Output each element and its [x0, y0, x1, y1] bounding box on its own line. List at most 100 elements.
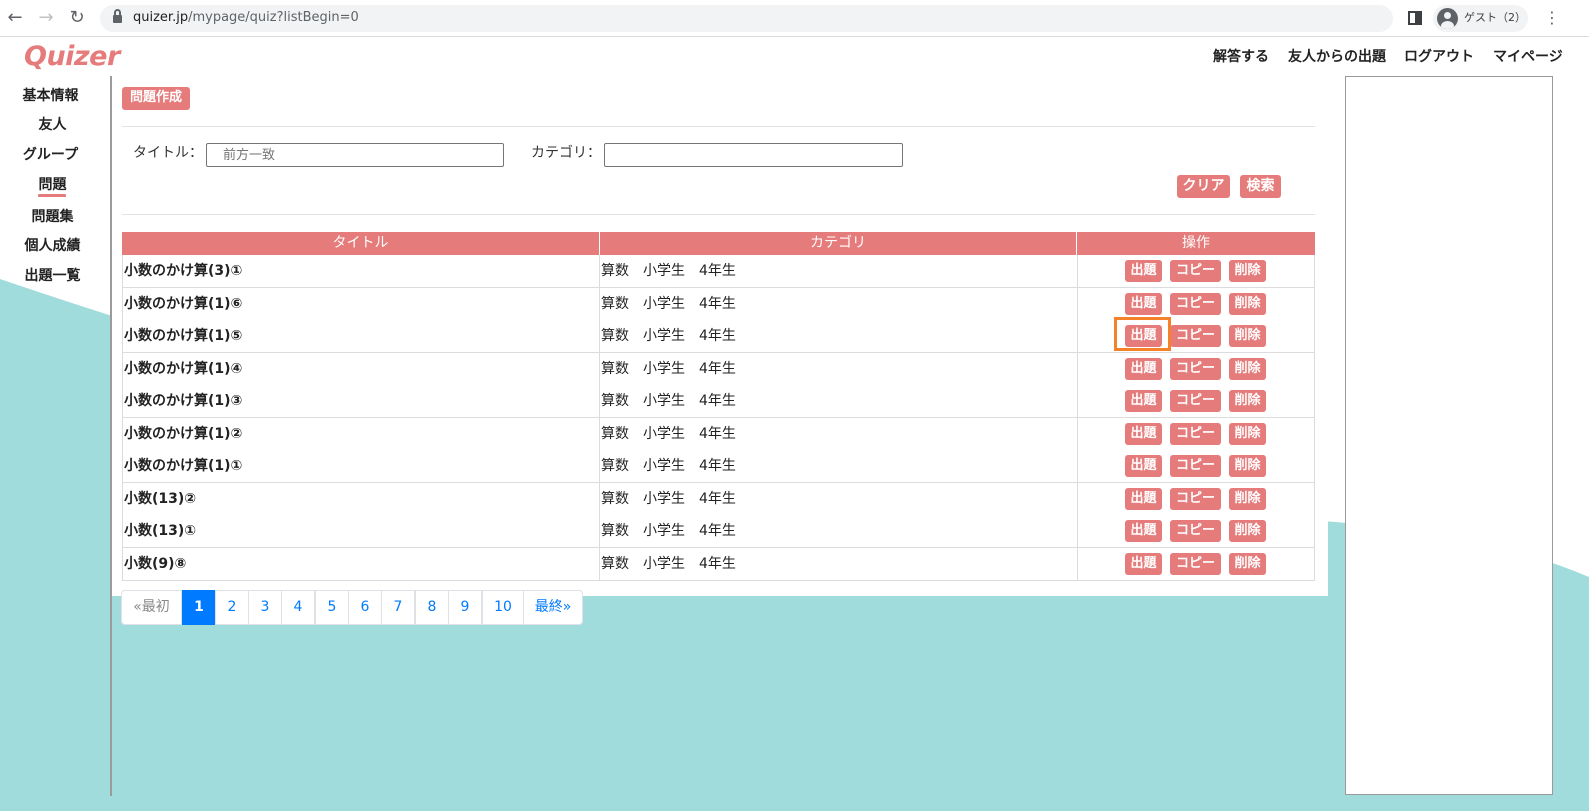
row-category: 算数 小学生 4年生: [601, 417, 1078, 450]
sidebar-item-questions[interactable]: 問題: [0, 175, 105, 195]
side-panel-icon[interactable]: [1408, 11, 1422, 25]
table-row: 小数のかけ算(1)② 算数 小学生 4年生 出題 コピー 削除: [122, 417, 1315, 451]
divider-top: [122, 126, 1315, 127]
nav-mypage[interactable]: マイページ: [1493, 47, 1563, 67]
assign-button[interactable]: 出題: [1125, 357, 1162, 380]
assign-button[interactable]: 出題: [1125, 292, 1162, 315]
assign-button[interactable]: 出題: [1125, 260, 1162, 282]
delete-button[interactable]: 削除: [1229, 520, 1266, 542]
page-last[interactable]: 最終»: [523, 590, 583, 625]
assign-button[interactable]: 出題: [1125, 552, 1162, 575]
header-category: カテゴリ: [600, 232, 1077, 255]
sidebar-item-assignment-list[interactable]: 出題一覧: [0, 266, 105, 286]
page-2[interactable]: 2: [215, 590, 249, 625]
sidebar-active-indicator: [38, 194, 66, 197]
table-row: 小数(13)② 算数 小学生 4年生 出題 コピー 削除: [122, 482, 1315, 516]
profile-button[interactable]: ゲスト（2）: [1433, 5, 1528, 32]
row-title[interactable]: 小数のかけ算(1)⑥: [124, 287, 600, 320]
row-title[interactable]: 小数(9)⑧: [124, 547, 600, 580]
assign-button[interactable]: 出題: [1125, 487, 1162, 510]
table-row: 小数のかけ算(1)④ 算数 小学生 4年生 出題 コピー 削除: [122, 352, 1315, 386]
title-search-input[interactable]: [206, 143, 504, 167]
clear-button[interactable]: クリア: [1177, 175, 1230, 198]
page-4[interactable]: 4: [281, 590, 315, 625]
nav-logout[interactable]: ログアウト: [1404, 47, 1474, 67]
delete-button[interactable]: 削除: [1229, 487, 1266, 510]
reload-icon[interactable]: ↻: [67, 8, 87, 28]
logo[interactable]: Quizer: [24, 40, 120, 74]
copy-button[interactable]: コピー: [1170, 390, 1221, 412]
copy-button[interactable]: コピー: [1170, 260, 1221, 282]
sidebar-item-question-sets[interactable]: 問題集: [0, 207, 105, 227]
copy-button[interactable]: コピー: [1170, 325, 1221, 347]
assign-button[interactable]: 出題: [1125, 455, 1162, 477]
copy-button[interactable]: コピー: [1170, 552, 1221, 575]
nav-friend-quizzes[interactable]: 友人からの出題: [1288, 47, 1386, 67]
lock-icon: [113, 9, 122, 24]
delete-button[interactable]: 削除: [1229, 357, 1266, 380]
create-question-button[interactable]: 問題作成: [122, 87, 190, 110]
delete-button[interactable]: 削除: [1229, 552, 1266, 575]
assign-button-highlight: [1114, 317, 1171, 351]
sidebar-item-personal-results[interactable]: 個人成績: [0, 236, 105, 256]
delete-button[interactable]: 削除: [1229, 422, 1266, 445]
page-10[interactable]: 10: [482, 590, 524, 625]
row-title[interactable]: 小数のかけ算(1)②: [124, 417, 600, 450]
more-vert-icon[interactable]: ⋮: [1544, 8, 1560, 28]
delete-button[interactable]: 削除: [1229, 455, 1266, 477]
browser-toolbar: ← → ↻ quizer.jp/mypage/quiz?listBegin=0 …: [0, 0, 1589, 37]
row-title[interactable]: 小数のかけ算(3)①: [124, 255, 600, 287]
copy-button[interactable]: コピー: [1170, 357, 1221, 380]
sidebar-item-groups[interactable]: グループ: [0, 145, 103, 165]
table-row: 小数のかけ算(3)① 算数 小学生 4年生 出題 コピー 削除: [122, 255, 1315, 288]
delete-button[interactable]: 削除: [1229, 390, 1266, 412]
sidebar-item-basic-info[interactable]: 基本情報: [0, 86, 103, 106]
header-actions: 操作: [1182, 235, 1210, 251]
row-title[interactable]: 小数のかけ算(1)①: [124, 450, 600, 482]
table-row: 小数(13)① 算数 小学生 4年生 出題 コピー 削除: [122, 515, 1315, 548]
row-category: 算数 小学生 4年生: [601, 385, 1078, 417]
sidebar-divider: [110, 76, 112, 796]
table-row: 小数のかけ算(1)③ 算数 小学生 4年生 出題 コピー 削除: [122, 385, 1315, 418]
table-header: タイトル カテゴリ 操作: [122, 232, 1315, 255]
row-category: 算数 小学生 4年生: [601, 320, 1078, 352]
table-row: 小数(9)⑧ 算数 小学生 4年生 出題 コピー 削除: [122, 547, 1315, 581]
url-text[interactable]: quizer.jp/mypage/quiz?listBegin=0: [133, 9, 359, 27]
url-host: quizer.jp: [133, 10, 189, 25]
row-title[interactable]: 小数のかけ算(1)④: [124, 352, 600, 385]
page-1[interactable]: 1: [182, 590, 216, 625]
page-8[interactable]: 8: [415, 590, 449, 625]
nav-answer[interactable]: 解答する: [1213, 47, 1269, 67]
page-3[interactable]: 3: [248, 590, 282, 625]
page-9[interactable]: 9: [448, 590, 482, 625]
delete-button[interactable]: 削除: [1229, 260, 1266, 282]
search-button[interactable]: 検索: [1240, 175, 1281, 198]
row-title[interactable]: 小数のかけ算(1)③: [124, 385, 600, 417]
forward-arrow-icon[interactable]: →: [36, 8, 56, 28]
row-title[interactable]: 小数(13)①: [124, 515, 600, 547]
copy-button[interactable]: コピー: [1170, 487, 1221, 510]
row-title[interactable]: 小数のかけ算(1)⑤: [124, 320, 600, 352]
copy-button[interactable]: コピー: [1170, 292, 1221, 315]
assign-button[interactable]: 出題: [1125, 422, 1162, 445]
copy-button[interactable]: コピー: [1170, 422, 1221, 445]
row-category: 算数 小学生 4年生: [601, 515, 1078, 547]
assign-button[interactable]: 出題: [1125, 390, 1162, 412]
category-search-input[interactable]: [604, 143, 903, 167]
copy-button[interactable]: コピー: [1170, 455, 1221, 477]
back-arrow-icon[interactable]: ←: [5, 8, 25, 28]
sidebar-item-friends[interactable]: 友人: [0, 115, 105, 135]
row-category: 算数 小学生 4年生: [601, 255, 1078, 287]
page-5[interactable]: 5: [315, 590, 349, 625]
page-6[interactable]: 6: [348, 590, 382, 625]
delete-button[interactable]: 削除: [1229, 325, 1266, 347]
copy-button[interactable]: コピー: [1170, 520, 1221, 542]
address-bar[interactable]: quizer.jp/mypage/quiz?listBegin=0: [100, 5, 1393, 32]
page-7[interactable]: 7: [381, 590, 415, 625]
delete-button[interactable]: 削除: [1229, 292, 1266, 315]
row-category: 算数 小学生 4年生: [601, 547, 1078, 580]
row-category: 算数 小学生 4年生: [601, 287, 1078, 320]
assign-button[interactable]: 出題: [1125, 520, 1162, 542]
row-title[interactable]: 小数(13)②: [124, 482, 600, 515]
page-first[interactable]: «最初: [121, 590, 182, 625]
